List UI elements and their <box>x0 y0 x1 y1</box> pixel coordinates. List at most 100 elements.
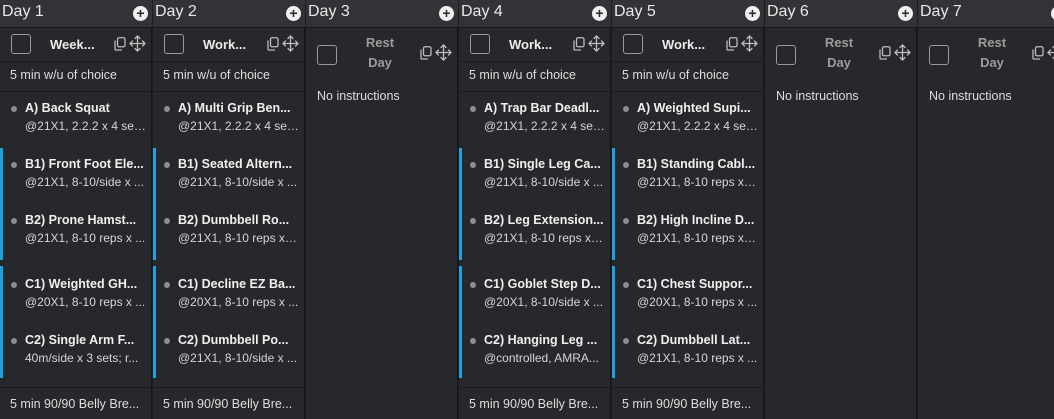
exercise-detail: @21X1, 8-10 reps x 3... <box>484 231 606 245</box>
exercise-item[interactable]: C1) Weighted GH... @20X1, 8-10 reps x ... <box>0 274 152 318</box>
workout-title[interactable]: Rest Day <box>819 33 859 73</box>
exercise-name: A) Trap Bar Deadl... <box>484 101 600 115</box>
bullet-dot-icon <box>623 162 629 168</box>
exercise-item[interactable]: A) Back Squat @21X1, 2.2.2 x 4 set... <box>0 98 152 142</box>
day-header: Day 5 + <box>612 0 764 28</box>
add-workout-button[interactable]: + <box>439 6 454 21</box>
exercise-item[interactable]: B1) Front Foot Ele... @21X1, 8-10/side x … <box>0 154 152 198</box>
exercise-name: B2) High Incline D... <box>637 213 755 227</box>
divider <box>153 91 305 92</box>
workout-title[interactable]: Work... <box>203 37 257 52</box>
checkbox-icon[interactable] <box>11 34 31 54</box>
add-workout-button[interactable]: + <box>592 6 607 21</box>
exercise-item[interactable]: B1) Single Leg Ca... @21X1, 8-10/side x .… <box>459 154 611 198</box>
add-workout-button[interactable]: + <box>286 6 301 21</box>
day-title: Day 2 <box>155 3 197 20</box>
exercise-item[interactable]: C1) Chest Suppor... @20X1, 8-10 reps x ..… <box>612 274 764 318</box>
exercise-detail: @21X1, 8-10/side x ... <box>178 351 297 365</box>
copy-icon[interactable] <box>573 37 585 51</box>
week-board: Day 1 + Week... 5 min w/u of choice A) Back … <box>0 0 1054 419</box>
exercise-name: A) Weighted Supi... <box>637 101 751 115</box>
workout-title[interactable]: Rest Day <box>360 33 400 73</box>
exercise-item[interactable]: B1) Standing Cabl... @21X1, 8-10 reps x 3… <box>612 154 764 198</box>
workout-card-header[interactable]: Rest Day <box>918 28 1054 84</box>
exercise-detail: @21X1, 2.2.2 x 4 set... <box>178 119 300 133</box>
move-arrows-icon[interactable] <box>129 35 146 52</box>
add-workout-button[interactable]: + <box>133 6 148 21</box>
exercise-detail: @20X1, 8-10 reps x ... <box>25 295 146 309</box>
bullet-dot-icon <box>623 106 629 112</box>
checkbox-icon[interactable] <box>776 45 796 65</box>
day-header: Day 4 + <box>459 0 611 28</box>
workout-title[interactable]: Week... <box>50 37 104 52</box>
checkbox-icon[interactable] <box>929 45 949 65</box>
add-workout-button[interactable]: + <box>898 6 913 21</box>
warmup-text: 5 min w/u of choice <box>469 68 576 82</box>
exercise-name: B2) Leg Extension... <box>484 213 604 227</box>
exercise-item[interactable]: C2) Single Arm F... 40m/side x 3 sets; r.… <box>0 330 152 374</box>
day-header: Day 6 + <box>765 0 917 28</box>
exercise-item[interactable]: C1) Decline EZ Ba... @20X1, 8-10 reps x .… <box>153 274 305 318</box>
bullet-dot-icon <box>470 162 476 168</box>
workout-card-header[interactable]: Rest Day <box>306 28 458 84</box>
checkbox-icon[interactable] <box>470 34 490 54</box>
workout-card-header[interactable]: Work... <box>153 28 305 62</box>
bullet-dot-icon <box>623 338 629 344</box>
move-arrows-icon[interactable] <box>282 35 299 52</box>
exercise-detail: @21X1, 2.2.2 x 4 set... <box>484 119 606 133</box>
cooldown-text: 5 min 90/90 Belly Bre... <box>469 397 599 411</box>
day-title: Day 4 <box>461 3 503 20</box>
checkbox-icon[interactable] <box>164 34 184 54</box>
day-title: Day 6 <box>767 3 809 20</box>
day-column: Day 4 + Work... 5 min w/u of choice A) Trap … <box>459 0 611 419</box>
exercise-item[interactable]: C2) Dumbbell Lat... @21X1, 8-10 reps x ..… <box>612 330 764 374</box>
bullet-dot-icon <box>470 218 476 224</box>
checkbox-icon[interactable] <box>317 45 337 65</box>
exercise-item[interactable]: A) Weighted Supi... @21X1, 2.2.2 x 4 set.… <box>612 98 764 142</box>
exercise-item[interactable]: B2) Prone Hamst... @21X1, 8-10 reps x ... <box>0 210 152 254</box>
exercise-item[interactable]: B2) Dumbbell Ro... @21X1, 8-10 reps x 3..… <box>153 210 305 254</box>
exercise-item[interactable]: B1) Seated Altern... @21X1, 8-10/side x .… <box>153 154 305 198</box>
move-arrows-icon[interactable] <box>1047 44 1054 61</box>
copy-icon[interactable] <box>114 37 126 51</box>
exercise-item[interactable]: C1) Goblet Step D... @20X1, 8-10/side x .… <box>459 274 611 318</box>
checkbox-icon[interactable] <box>623 34 643 54</box>
copy-icon[interactable] <box>726 37 738 51</box>
workout-title[interactable]: Work... <box>509 37 563 52</box>
move-arrows-icon[interactable] <box>741 35 758 52</box>
exercise-name: C2) Dumbbell Po... <box>178 333 289 347</box>
workout-title[interactable]: Rest Day <box>972 33 1012 73</box>
bullet-dot-icon <box>623 282 629 288</box>
exercise-name: B1) Front Foot Ele... <box>25 157 144 171</box>
workout-card-header[interactable]: Rest Day <box>765 28 917 84</box>
workout-title[interactable]: Work... <box>662 37 716 52</box>
exercise-detail: @21X1, 8-10/side x ... <box>25 175 144 189</box>
copy-icon[interactable] <box>420 46 432 60</box>
exercise-name: A) Back Squat <box>25 101 110 115</box>
workout-card-header[interactable]: Work... <box>612 28 764 62</box>
exercise-item[interactable]: B2) High Incline D... @21X1, 8-10 reps x … <box>612 210 764 254</box>
exercise-item[interactable]: C2) Hanging Leg ... @controlled, AMRA... <box>459 330 611 374</box>
day-title: Day 3 <box>308 3 350 20</box>
exercise-detail: @20X1, 8-10/side x ... <box>484 295 603 309</box>
day-column: Day 5 + Work... 5 min w/u of choice A) Weigh… <box>612 0 764 419</box>
move-arrows-icon[interactable] <box>894 44 911 61</box>
exercise-item[interactable]: C2) Dumbbell Po... @21X1, 8-10/side x ... <box>153 330 305 374</box>
workout-card-header[interactable]: Week... <box>0 28 152 62</box>
copy-icon[interactable] <box>267 37 279 51</box>
exercise-item[interactable]: A) Multi Grip Ben... @21X1, 2.2.2 x 4 set… <box>153 98 305 142</box>
add-workout-button[interactable]: + <box>745 6 760 21</box>
exercise-item[interactable]: B2) Leg Extension... @21X1, 8-10 reps x 3… <box>459 210 611 254</box>
copy-icon[interactable] <box>879 46 891 60</box>
exercise-name: A) Multi Grip Ben... <box>178 101 291 115</box>
bullet-dot-icon <box>623 218 629 224</box>
move-arrows-icon[interactable] <box>588 35 605 52</box>
move-arrows-icon[interactable] <box>435 44 452 61</box>
exercise-detail: @21X1, 8-10 reps x ... <box>637 351 758 365</box>
divider <box>0 91 152 92</box>
bullet-dot-icon <box>470 106 476 112</box>
workout-card-header[interactable]: Work... <box>459 28 611 62</box>
copy-icon[interactable] <box>1032 46 1044 60</box>
exercise-detail: @21X1, 8-10 reps x 3... <box>637 231 759 245</box>
exercise-item[interactable]: A) Trap Bar Deadl... @21X1, 2.2.2 x 4 set… <box>459 98 611 142</box>
